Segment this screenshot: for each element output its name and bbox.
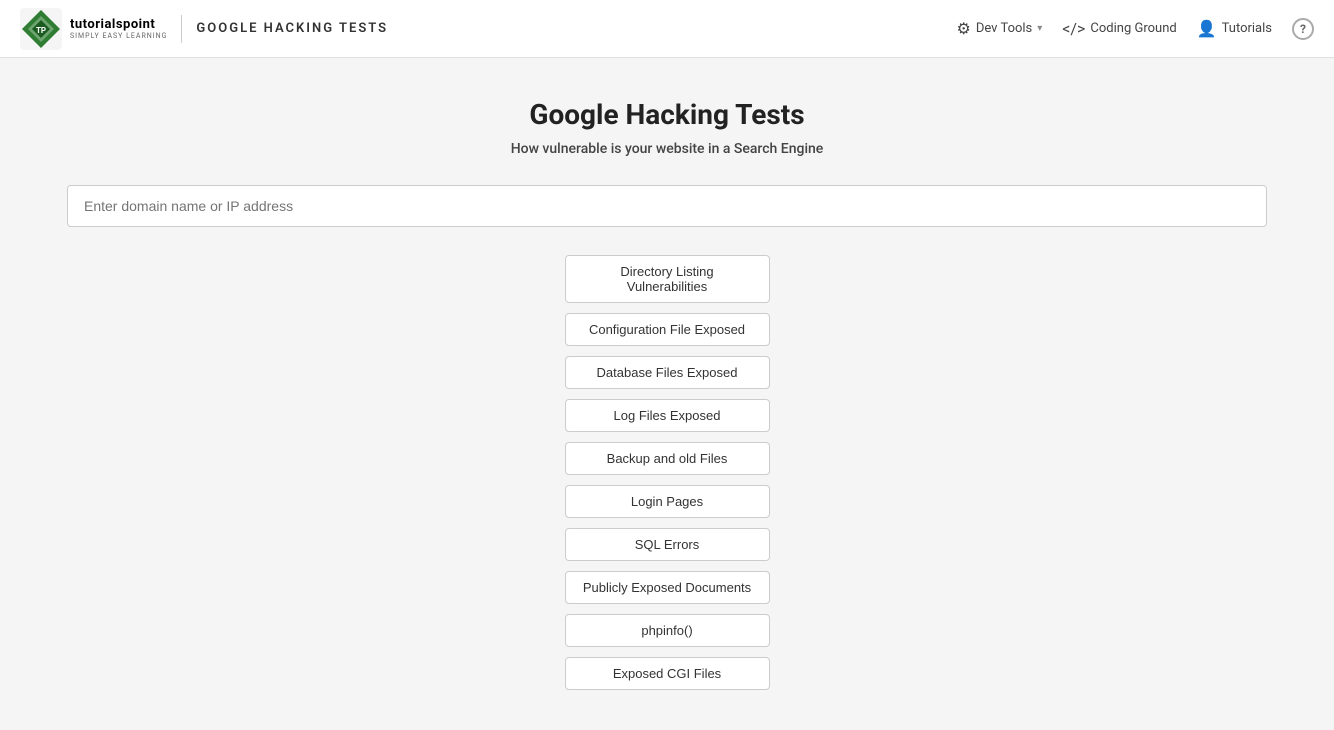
tutorials-label: Tutorials	[1222, 21, 1272, 36]
page-header-title: GOOGLE HACKING TESTS	[196, 21, 388, 36]
person-icon: 👤	[1197, 19, 1217, 38]
nav-item-tutorials[interactable]: 👤 Tutorials	[1197, 19, 1272, 38]
navbar-divider	[181, 15, 182, 43]
devtools-label: Dev Tools	[976, 21, 1032, 36]
test-button-9[interactable]: Exposed CGI Files	[565, 657, 770, 690]
nav-item-codingground[interactable]: </> Coding Ground	[1062, 19, 1176, 38]
page-subtitle: How vulnerable is your website in a Sear…	[511, 141, 824, 157]
brand-green: tutorials	[70, 17, 123, 32]
test-button-1[interactable]: Configuration File Exposed	[565, 313, 770, 346]
logo-icon: TP	[20, 8, 62, 50]
chevron-down-icon: ▾	[1037, 23, 1042, 34]
main-content: Google Hacking Tests How vulnerable is y…	[0, 58, 1334, 730]
test-button-2[interactable]: Database Files Exposed	[565, 356, 770, 389]
test-button-7[interactable]: Publicly Exposed Documents	[565, 571, 770, 604]
navbar-left: TP tutorialspoint SIMPLY EASY LEARNING G…	[20, 8, 388, 50]
nav-item-devtools[interactable]: ⚙ Dev Tools ▾	[956, 19, 1042, 38]
codingground-label: Coding Ground	[1090, 21, 1176, 36]
domain-search-input[interactable]	[67, 185, 1267, 227]
test-button-5[interactable]: Login Pages	[565, 485, 770, 518]
brand-tagline: SIMPLY EASY LEARNING	[70, 32, 167, 40]
code-icon: </>	[1062, 19, 1085, 38]
wrench-icon: ⚙	[956, 19, 970, 38]
test-button-3[interactable]: Log Files Exposed	[565, 399, 770, 432]
test-button-4[interactable]: Backup and old Files	[565, 442, 770, 475]
test-button-6[interactable]: SQL Errors	[565, 528, 770, 561]
navbar-right: ⚙ Dev Tools ▾ </> Coding Ground 👤 Tutori…	[956, 18, 1314, 40]
brand-name: tutorialspoint SIMPLY EASY LEARNING	[70, 17, 167, 40]
page-title: Google Hacking Tests	[529, 98, 804, 131]
test-button-8[interactable]: phpinfo()	[565, 614, 770, 647]
test-buttons-list: Directory Listing Vulnerabilities Configu…	[20, 255, 1314, 690]
help-icon[interactable]: ?	[1292, 18, 1314, 40]
test-button-0[interactable]: Directory Listing Vulnerabilities	[565, 255, 770, 303]
svg-text:TP: TP	[36, 26, 46, 35]
brand-title: tutorialspoint	[70, 17, 167, 32]
navbar: TP tutorialspoint SIMPLY EASY LEARNING G…	[0, 0, 1334, 58]
logo-area: TP tutorialspoint SIMPLY EASY LEARNING	[20, 8, 167, 50]
brand-black: point	[123, 17, 155, 32]
